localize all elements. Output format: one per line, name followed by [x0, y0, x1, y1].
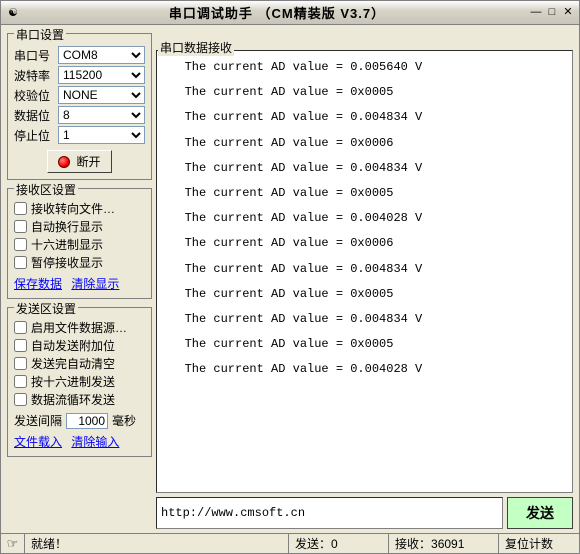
rx-autowrap-check[interactable] [14, 220, 27, 233]
save-data-link[interactable]: 保存数据 [14, 277, 62, 291]
rx-settings-legend: 接收区设置 [14, 181, 78, 198]
interval-input[interactable] [66, 413, 108, 429]
interval-unit: 毫秒 [112, 412, 136, 429]
load-file-link[interactable]: 文件载入 [14, 435, 62, 449]
tx-loop-check[interactable] [14, 393, 27, 406]
parity-label: 校验位 [14, 87, 54, 104]
tx-settings-legend: 发送区设置 [14, 300, 78, 317]
stopbits-select[interactable]: 1 [58, 126, 145, 144]
rx-to-file-label: 接收转向文件… [31, 200, 115, 217]
rx-area-legend: 串口数据接收 [158, 39, 234, 56]
rx-label: 接收： [395, 535, 431, 552]
parity-select[interactable]: NONE [58, 86, 145, 104]
left-column: 串口设置 串口号 COM8 波特率 115200 校验位 NONE [1, 25, 156, 533]
window-buttons: — □ ✕ [529, 6, 575, 20]
clear-display-link[interactable]: 清除显示 [71, 277, 119, 291]
port-settings-group: 串口设置 串口号 COM8 波特率 115200 校验位 NONE [7, 33, 152, 180]
tx-file-src-label: 启用文件数据源… [31, 319, 127, 336]
status-ready: 就绪！ [25, 534, 289, 553]
databits-label: 数据位 [14, 107, 54, 124]
tx-hex-send-label: 按十六进制发送 [31, 373, 115, 390]
interval-label: 发送间隔 [14, 412, 62, 429]
rx-pause-check[interactable] [14, 256, 27, 269]
right-column: 串口数据接收 The current AD value = 0.005640 V… [156, 25, 579, 533]
tx-file-src-check[interactable] [14, 321, 27, 334]
rx-textarea[interactable]: The current AD value = 0.005640 V The cu… [156, 50, 573, 493]
reset-count-button[interactable]: 复位计数 [505, 535, 553, 552]
record-icon [58, 156, 70, 168]
com-label: 串口号 [14, 47, 54, 64]
app-window: ☯ 串口调试助手 （CM精装版 V3.7） — □ ✕ 串口设置 串口号 COM… [0, 0, 580, 554]
rx-autowrap-label: 自动换行显示 [31, 218, 103, 235]
rx-to-file-check[interactable] [14, 202, 27, 215]
stopbits-label: 停止位 [14, 127, 54, 144]
send-input[interactable] [156, 497, 503, 529]
tx-auto-append-label: 自动发送附加位 [31, 337, 115, 354]
tx-auto-clear-check[interactable] [14, 357, 27, 370]
baud-select[interactable]: 115200 [58, 66, 145, 84]
app-icon: ☯ [5, 5, 21, 21]
pointer-icon: ☞ [7, 536, 19, 552]
close-button[interactable]: ✕ [561, 6, 575, 20]
tx-count: 0 [331, 537, 338, 551]
clear-input-link[interactable]: 清除输入 [71, 435, 119, 449]
tx-auto-clear-label: 发送完自动清空 [31, 355, 115, 372]
rx-hex-label: 十六进制显示 [31, 236, 103, 253]
rx-settings-group: 接收区设置 接收转向文件… 自动换行显示 十六进制显示 暂停接收显示 保存数据 … [7, 188, 152, 299]
baud-label: 波特率 [14, 67, 54, 84]
tx-label: 发送： [295, 535, 331, 552]
minimize-button[interactable]: — [529, 6, 543, 20]
tx-loop-label: 数据流循环发送 [31, 391, 115, 408]
send-button[interactable]: 发送 [507, 497, 573, 529]
rx-box: 串口数据接收 The current AD value = 0.005640 V… [156, 33, 573, 493]
com-select[interactable]: COM8 [58, 46, 145, 64]
databits-select[interactable]: 8 [58, 106, 145, 124]
rx-pause-label: 暂停接收显示 [31, 254, 103, 271]
maximize-button[interactable]: □ [545, 6, 559, 20]
tx-hex-send-check[interactable] [14, 375, 27, 388]
titlebar: ☯ 串口调试助手 （CM精装版 V3.7） — □ ✕ [1, 1, 579, 25]
send-row: 发送 [156, 497, 573, 529]
rx-count: 36091 [431, 537, 464, 551]
statusbar: ☞ 就绪！ 发送： 0 接收： 36091 复位计数 [1, 533, 579, 553]
disconnect-button[interactable]: 断开 [47, 150, 111, 173]
tx-settings-group: 发送区设置 启用文件数据源… 自动发送附加位 发送完自动清空 按十六进制发送 数… [7, 307, 152, 457]
tx-auto-append-check[interactable] [14, 339, 27, 352]
port-settings-legend: 串口设置 [14, 26, 66, 43]
body: 串口设置 串口号 COM8 波特率 115200 校验位 NONE [1, 25, 579, 533]
rx-hex-check[interactable] [14, 238, 27, 251]
window-title: 串口调试助手 （CM精装版 V3.7） [25, 3, 529, 22]
disconnect-label: 断开 [76, 153, 100, 170]
